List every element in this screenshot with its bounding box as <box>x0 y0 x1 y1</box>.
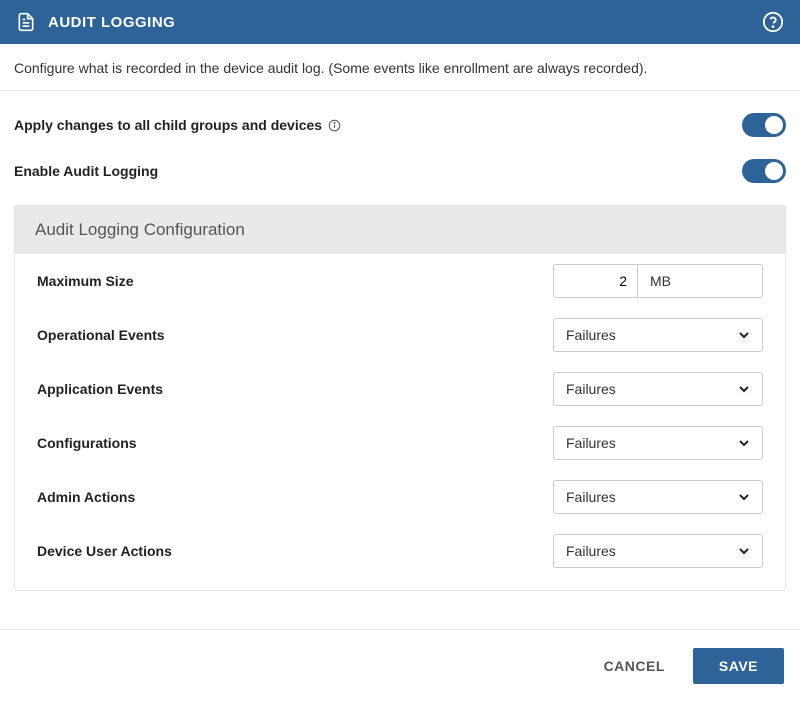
admin-actions-select[interactable]: Failures <box>553 480 763 514</box>
configurations-select[interactable]: Failures <box>553 426 763 460</box>
description-text: Configure what is recorded in the device… <box>0 44 800 91</box>
device-user-actions-select[interactable]: Failures <box>553 534 763 568</box>
maximum-size-label: Maximum Size <box>37 273 133 289</box>
device-user-actions-select-wrap: Failures <box>553 534 763 568</box>
help-icon[interactable] <box>762 11 784 33</box>
apply-child-groups-row: Apply changes to all child groups and de… <box>14 113 786 137</box>
content-area: Apply changes to all child groups and de… <box>0 91 800 601</box>
chevron-down-icon <box>738 437 750 449</box>
apply-child-toggle[interactable] <box>742 113 786 137</box>
apply-child-label-text: Apply changes to all child groups and de… <box>14 117 322 133</box>
cancel-button[interactable]: CANCEL <box>604 658 665 674</box>
admin-actions-value: Failures <box>566 489 616 505</box>
chevron-down-icon <box>738 329 750 341</box>
configurations-row: Configurations Failures <box>15 416 785 470</box>
config-panel: Audit Logging Configuration Maximum Size… <box>14 205 786 591</box>
maximum-size-unit: MB <box>638 264 763 298</box>
configurations-select-wrap: Failures <box>553 426 763 460</box>
config-section-title: Audit Logging Configuration <box>15 206 785 254</box>
toggle-knob <box>765 162 783 180</box>
info-icon[interactable] <box>328 119 341 132</box>
operational-events-row: Operational Events Failures <box>15 308 785 362</box>
header-bar: AUDIT LOGGING <box>0 0 800 44</box>
application-events-select[interactable]: Failures <box>553 372 763 406</box>
maximum-size-control: MB <box>553 264 763 298</box>
apply-child-groups-label: Apply changes to all child groups and de… <box>14 117 341 133</box>
operational-events-select[interactable]: Failures <box>553 318 763 352</box>
operational-events-label: Operational Events <box>37 327 165 343</box>
operational-events-select-wrap: Failures <box>553 318 763 352</box>
document-icon <box>16 11 36 33</box>
chevron-down-icon <box>738 545 750 557</box>
device-user-actions-row: Device User Actions Failures <box>15 524 785 590</box>
header-left: AUDIT LOGGING <box>16 11 175 33</box>
enable-audit-logging-row: Enable Audit Logging <box>14 159 786 183</box>
save-button[interactable]: SAVE <box>693 648 784 684</box>
enable-logging-toggle[interactable] <box>742 159 786 183</box>
maximum-size-row: Maximum Size MB <box>15 254 785 308</box>
operational-events-value: Failures <box>566 327 616 343</box>
chevron-down-icon <box>738 383 750 395</box>
enable-logging-label-text: Enable Audit Logging <box>14 163 158 179</box>
application-events-select-wrap: Failures <box>553 372 763 406</box>
footer-actions: CANCEL SAVE <box>0 629 800 702</box>
device-user-actions-label: Device User Actions <box>37 543 172 559</box>
admin-actions-row: Admin Actions Failures <box>15 470 785 524</box>
admin-actions-select-wrap: Failures <box>553 480 763 514</box>
application-events-label: Application Events <box>37 381 163 397</box>
configurations-label: Configurations <box>37 435 137 451</box>
toggle-knob <box>765 116 783 134</box>
maximum-size-input[interactable] <box>553 264 638 298</box>
page-title: AUDIT LOGGING <box>48 14 175 31</box>
device-user-actions-value: Failures <box>566 543 616 559</box>
application-events-value: Failures <box>566 381 616 397</box>
application-events-row: Application Events Failures <box>15 362 785 416</box>
configurations-value: Failures <box>566 435 616 451</box>
enable-audit-logging-label: Enable Audit Logging <box>14 163 158 179</box>
admin-actions-label: Admin Actions <box>37 489 135 505</box>
chevron-down-icon <box>738 491 750 503</box>
